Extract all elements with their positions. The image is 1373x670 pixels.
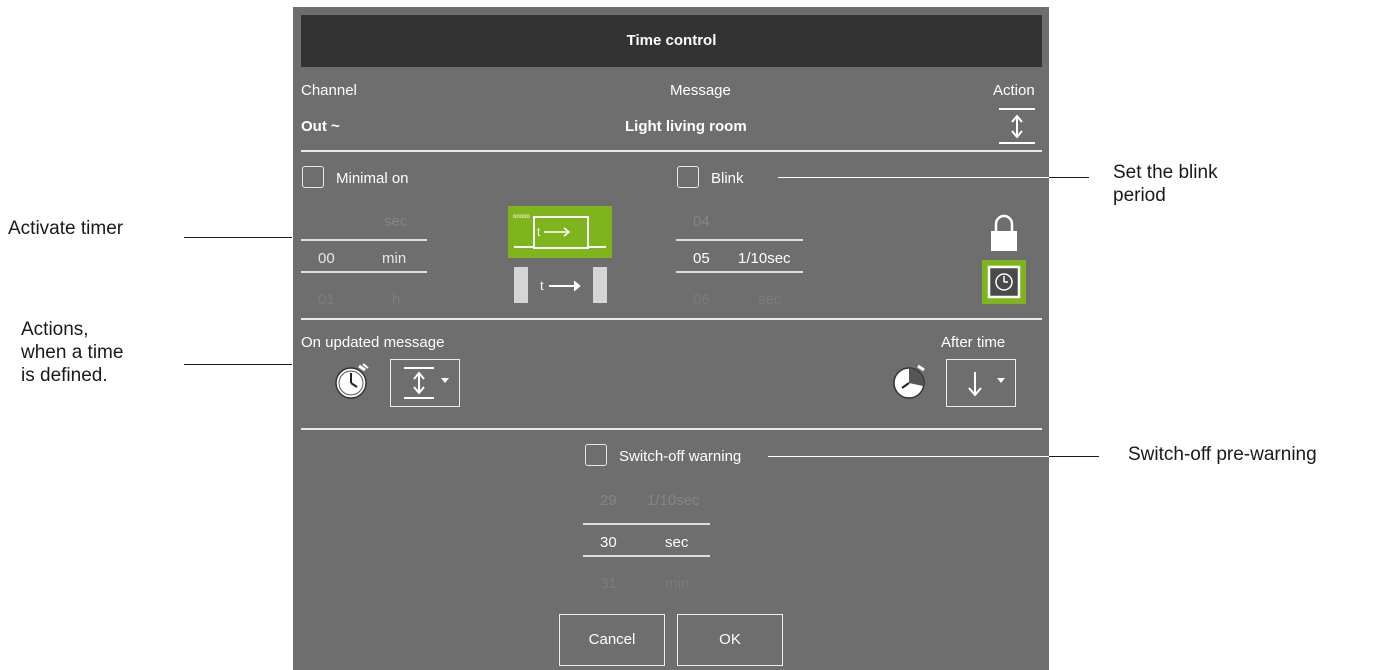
callout-blink-line-inner (778, 177, 1049, 178)
after-time-action-dropdown[interactable] (946, 359, 1016, 407)
timer-picker-unit: sec (384, 213, 408, 230)
stopwatch-icon (333, 362, 371, 400)
svg-text:t: t (537, 225, 541, 239)
cancel-button[interactable]: Cancel (559, 614, 665, 666)
warning-picker-value: 29 (600, 492, 617, 509)
callout-prewarning: Switch-off pre-warning (1128, 444, 1317, 465)
warning-picker-unit: min (665, 575, 690, 592)
blink-label: Blink (711, 170, 744, 187)
clock-icon[interactable] (982, 260, 1026, 304)
ok-button[interactable]: OK (677, 614, 783, 666)
channel-value: Out ~ (301, 118, 340, 135)
separator (301, 150, 1042, 152)
picker-line (583, 523, 710, 525)
callout-actions: Actions, when a time is defined. (21, 318, 123, 387)
up-down-arrow-icon (997, 106, 1037, 146)
separator (301, 318, 1042, 320)
on-updated-message-label: On updated message (301, 334, 445, 351)
lock-icon[interactable] (989, 213, 1019, 253)
callout-blink-line2: period (1113, 185, 1166, 206)
callout-blink-line1: Set the blink (1113, 162, 1218, 183)
timer-mode-fixed-icon[interactable]: t (513, 265, 609, 305)
timer-elapsed-icon (890, 362, 930, 402)
timer-picker-unit: min (382, 250, 407, 267)
warning-picker-value: 31 (600, 575, 617, 592)
callout-activate-timer-line (184, 237, 292, 238)
action-label: Action (993, 82, 1035, 99)
down-arrow-icon (963, 370, 987, 398)
warning-picker-unit: sec (665, 534, 689, 551)
svg-text:ooooo: ooooo (513, 214, 530, 220)
blink-picker-unit: sec (758, 291, 782, 308)
callout-actions-line3: is defined. (21, 365, 108, 386)
switch-off-warning-checkbox[interactable] (585, 444, 607, 466)
after-time-label: After time (941, 334, 1006, 351)
blink-picker-value: 06 (693, 291, 710, 308)
callout-actions-line2: when a time (21, 342, 124, 363)
blink-picker-value: 04 (693, 213, 710, 230)
on-updated-action-dropdown[interactable] (390, 359, 460, 407)
callout-actions-line1: Actions, (21, 319, 89, 340)
callout-actions-line (184, 364, 292, 365)
dialog-title: Time control (301, 15, 1042, 67)
message-label: Message (670, 82, 731, 99)
chevron-down-icon (997, 378, 1005, 383)
picker-line (301, 239, 427, 241)
callout-blink-line (1049, 177, 1089, 178)
svg-text:t: t (540, 278, 544, 293)
timer-picker-value: 01 (318, 291, 335, 308)
switch-off-warning-label: Switch-off warning (619, 448, 742, 465)
callout-blink: Set the blink period (1113, 161, 1218, 207)
timer-picker-value: 00 (318, 250, 335, 267)
callout-activate-timer: Activate timer (8, 218, 124, 239)
channel-label: Channel (301, 82, 357, 99)
timer-mode-stretch-icon[interactable]: t ooooo (508, 206, 612, 258)
minimal-on-label: Minimal on (336, 170, 409, 187)
picker-line (301, 271, 427, 273)
picker-line (676, 239, 803, 241)
picker-line (583, 555, 710, 557)
separator (301, 428, 1042, 430)
blink-checkbox[interactable] (677, 166, 699, 188)
timer-picker-unit: h (392, 291, 401, 308)
time-control-dialog: Time control Channel Message Action Out … (293, 7, 1049, 670)
warning-picker-value: 30 (600, 534, 617, 551)
blink-picker-unit: 1/10sec (738, 250, 791, 267)
chevron-down-icon (441, 378, 449, 383)
up-down-arrow-icon (401, 365, 437, 401)
minimal-on-checkbox[interactable] (302, 166, 324, 188)
picker-line (676, 271, 803, 273)
message-value: Light living room (625, 118, 747, 135)
blink-picker-value: 05 (693, 250, 710, 267)
callout-prewarning-line-inner (768, 456, 1049, 457)
warning-picker-unit: 1/10sec (647, 492, 700, 509)
callout-prewarning-line (1049, 456, 1099, 457)
